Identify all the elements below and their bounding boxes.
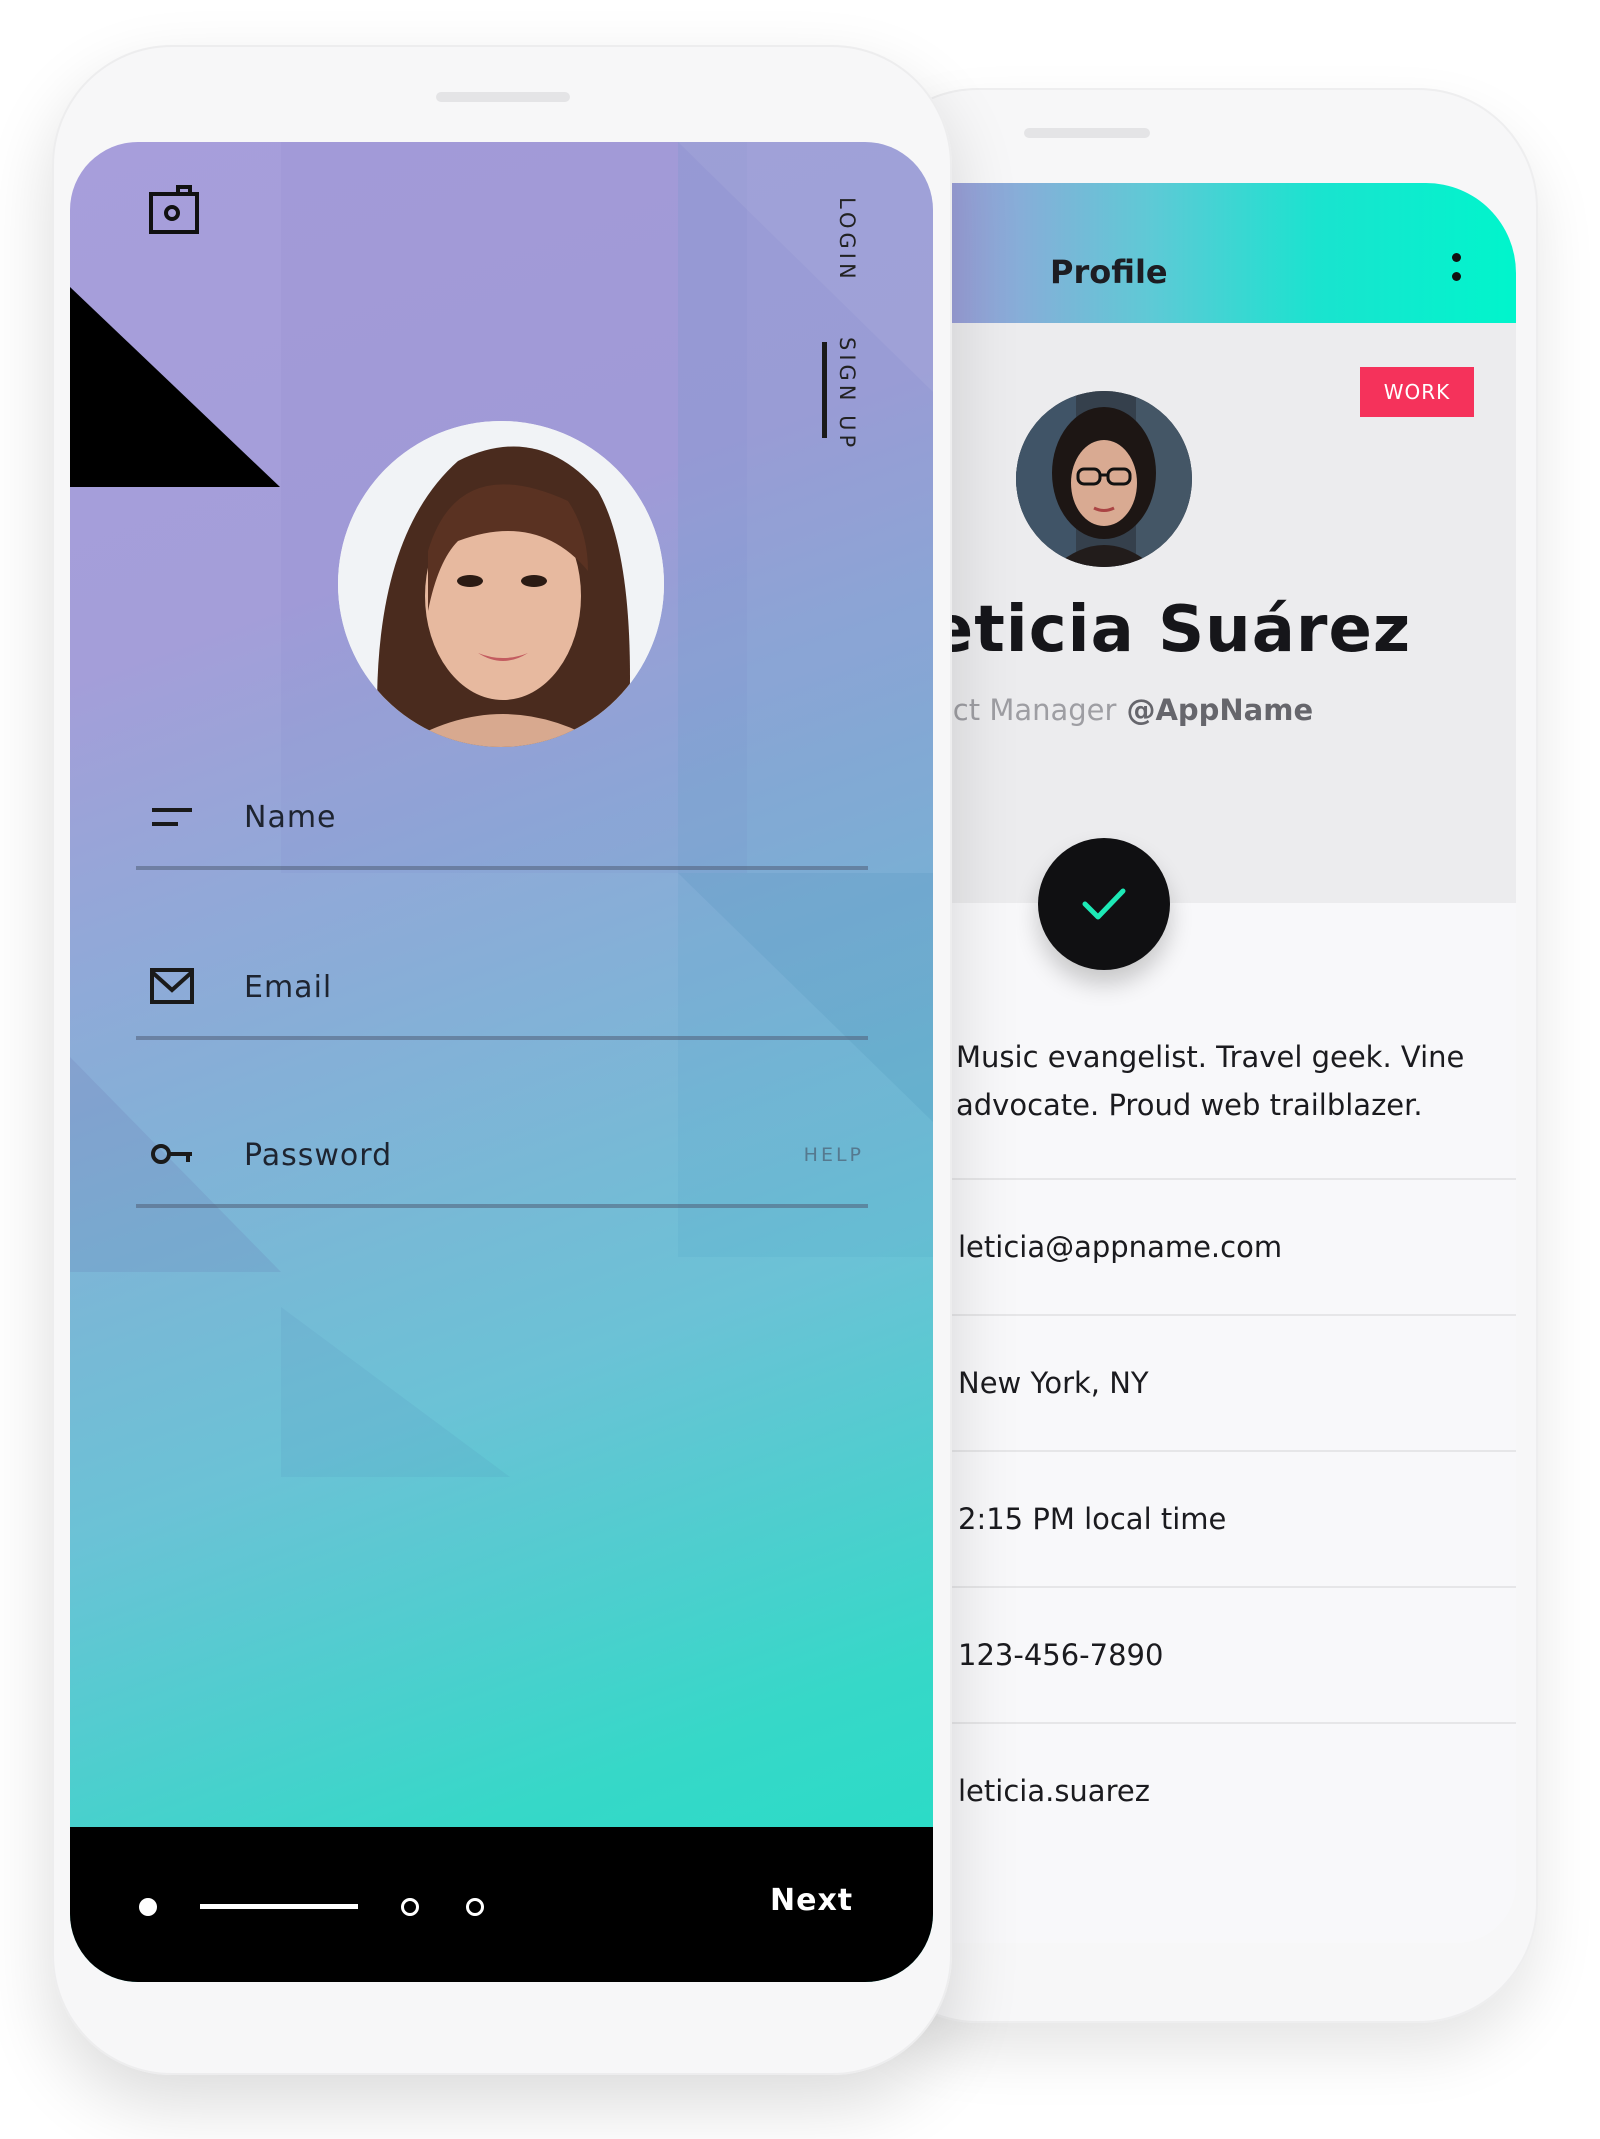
envelope-icon [150,968,194,1004]
key-icon [151,1144,192,1164]
page-dot-1[interactable] [139,1898,157,1916]
detail-username: leticia.suarez [958,1774,1150,1808]
name-field[interactable]: Name [136,746,868,870]
profile-screen: Profile WORK Leticia Suárez Product Mana… [950,183,1516,1943]
detail-phone: 123-456-7890 [958,1638,1164,1672]
profile-title: Profile [1050,253,1168,291]
check-icon [1082,888,1126,920]
active-tab-indicator [822,342,827,438]
password-field[interactable]: Password HELP [136,1084,868,1208]
detail-row-email[interactable]: leticia@appname.com [950,1178,1516,1316]
avatar-portrait-front [338,421,664,747]
detail-email: leticia@appname.com [958,1230,1283,1264]
profile-card: WORK Leticia Suárez Product Manager @AppN… [950,323,1516,903]
next-button[interactable]: Next [770,1883,853,1918]
detail-row-time[interactable]: 2:15 PM local time [950,1450,1516,1588]
email-field[interactable]: Email [136,916,868,1040]
tab-signup[interactable]: SIGN UP [835,337,859,451]
check-button[interactable] [1038,838,1170,970]
page-dot-3[interactable] [401,1898,419,1916]
avatar-portrait-back [1016,391,1192,567]
detail-row-location[interactable]: New York, NY [950,1314,1516,1452]
speaker-grille [1024,128,1150,138]
detail-row-phone[interactable]: 123-456-7890 [950,1586,1516,1724]
password-placeholder: Password [244,1138,393,1173]
work-badge[interactable]: WORK [1360,367,1474,417]
name-placeholder: Name [244,800,337,835]
help-link[interactable]: HELP [804,1144,864,1166]
speaker-grille [436,92,570,102]
camera-icon[interactable] [148,184,200,236]
signup-screen: LOGIN SIGN UP Name Email Password HELP N… [70,142,933,1982]
profile-handle[interactable]: @AppName [1126,693,1313,727]
more-vertical-icon[interactable] [1452,253,1462,289]
avatar [1016,391,1192,567]
avatar-upload[interactable] [338,421,664,747]
profile-name: Leticia Suárez [950,593,1412,667]
profile-job-title: Product Manager [950,693,1117,727]
detail-local-time: 2:15 PM local time [958,1502,1227,1536]
tab-login[interactable]: LOGIN [835,197,859,283]
page-progress-line [200,1904,358,1909]
detail-row-username[interactable]: leticia.suarez [950,1722,1516,1860]
bottom-navigation-bar: Next [70,1827,933,1982]
detail-location: New York, NY [958,1366,1149,1400]
short-text-icon [152,808,192,826]
page-dot-4[interactable] [466,1898,484,1916]
profile-app-bar: Profile [950,183,1516,323]
profile-role: Product Manager @AppName [950,693,1313,727]
profile-bio: Music evangelist. Travel geek. Vine advo… [956,1040,1465,1122]
email-placeholder: Email [244,970,333,1005]
